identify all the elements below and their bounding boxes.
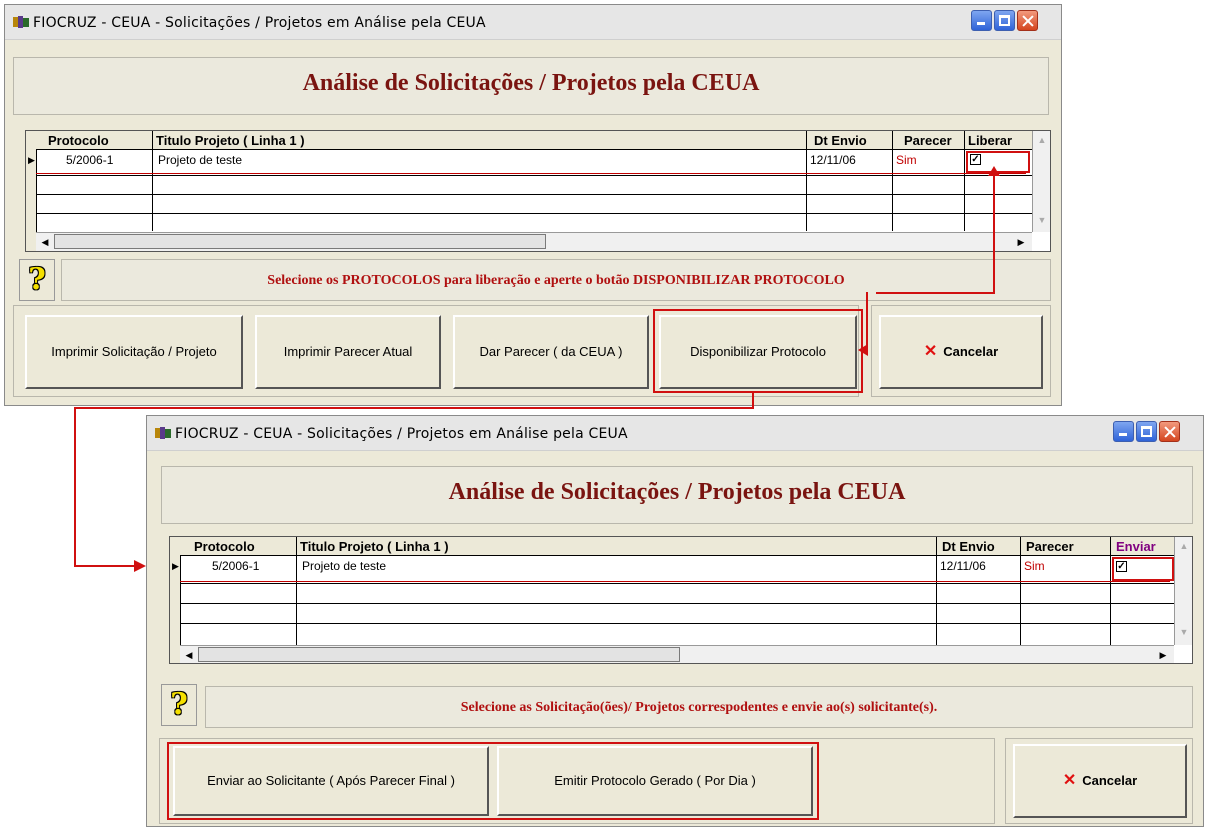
- selected-row-underline: [180, 581, 1170, 582]
- cancel-button-label: Cancelar: [1082, 773, 1138, 788]
- row-divider: [36, 213, 1032, 214]
- row-divider: [36, 194, 1032, 195]
- protocol-grid[interactable]: Protocolo Titulo Projeto ( Linha 1 ) Dt …: [25, 130, 1051, 252]
- cancel-x-icon: ✕: [923, 343, 938, 360]
- selected-row-underline: [36, 173, 1026, 174]
- minimize-icon[interactable]: [1113, 421, 1134, 442]
- close-icon[interactable]: [1017, 10, 1038, 31]
- column-header-liberar[interactable]: Liberar: [968, 131, 1013, 150]
- title-bar[interactable]: FIOCRUZ - CEUA - Solicitações / Projetos…: [147, 416, 1203, 451]
- imprimir-parecer-button[interactable]: Imprimir Parecer Atual: [255, 315, 441, 389]
- annotation-arrow-line: [74, 407, 754, 409]
- annotation-arrow-line: [74, 407, 76, 567]
- cancel-button-label: Cancelar: [943, 344, 999, 359]
- imprimir-solicitacao-button[interactable]: Imprimir Solicitação / Projeto: [25, 315, 243, 389]
- annotation-arrowhead-icon: [988, 166, 1000, 176]
- scrollbar-thumb[interactable]: [198, 647, 680, 662]
- enviar-highlight-box: [1112, 557, 1174, 581]
- window-analise-top: FIOCRUZ - CEUA - Solicitações / Projetos…: [4, 4, 1062, 406]
- scroll-right-icon[interactable]: ▶: [1014, 235, 1028, 249]
- cancel-button[interactable]: ✕ Cancelar: [879, 315, 1043, 389]
- horizontal-scrollbar[interactable]: ◀ ▶: [180, 645, 1174, 663]
- column-divider: [964, 131, 965, 231]
- column-divider: [1110, 537, 1111, 645]
- column-header-dt-envio[interactable]: Dt Envio: [942, 537, 995, 556]
- current-row-indicator-icon: ▶: [172, 561, 179, 571]
- cell-titulo: Projeto de teste: [302, 559, 387, 573]
- row-divider: [180, 583, 1174, 584]
- page-title: Análise de Solicitações / Projetos pela …: [448, 479, 906, 505]
- dar-parecer-button[interactable]: Dar Parecer ( da CEUA ): [453, 315, 649, 389]
- column-header-titulo[interactable]: Titulo Projeto ( Linha 1 ): [300, 537, 449, 556]
- page-title: Análise de Solicitações / Projetos pela …: [302, 70, 760, 96]
- row-divider: [36, 175, 1032, 176]
- cell-titulo: Projeto de teste: [158, 153, 243, 167]
- annotation-arrowhead-icon: [134, 560, 146, 572]
- scroll-up-icon[interactable]: ▲: [1035, 133, 1049, 147]
- annotation-arrow-line: [752, 392, 754, 408]
- column-divider: [296, 537, 297, 645]
- window-analise-bottom: FIOCRUZ - CEUA - Solicitações / Projetos…: [146, 415, 1204, 827]
- cell-dt-envio: 12/11/06: [810, 153, 856, 167]
- scroll-down-icon[interactable]: ▼: [1035, 213, 1049, 227]
- annotation-arrow-line: [876, 292, 995, 294]
- instruction-panel: Selecione os PROTOCOLOS para liberação e…: [61, 259, 1051, 301]
- annotation-arrow-line: [866, 292, 868, 350]
- cell-parecer: Sim: [1024, 559, 1045, 573]
- window-title: FIOCRUZ - CEUA - Solicitações / Projetos…: [175, 426, 628, 442]
- scroll-right-icon[interactable]: ▶: [1156, 648, 1170, 662]
- scroll-down-icon[interactable]: ▼: [1177, 625, 1191, 639]
- annotation-arrowhead-icon: [858, 344, 868, 356]
- title-bar[interactable]: FIOCRUZ - CEUA - Solicitações / Projetos…: [5, 5, 1061, 40]
- column-divider: [936, 537, 937, 645]
- instruction-text: Selecione os PROTOCOLOS para liberação e…: [267, 273, 845, 288]
- cancel-x-icon: ✕: [1062, 772, 1077, 789]
- app-icon: [155, 427, 171, 439]
- cell-protocolo: 5/2006-1: [66, 153, 114, 167]
- help-icon[interactable]: ?: [19, 259, 55, 301]
- horizontal-scrollbar[interactable]: ◀ ▶: [36, 232, 1032, 251]
- current-row-indicator-icon: ▶: [28, 155, 35, 165]
- instruction-panel: Selecione as Solicitação(ões)/ Projetos …: [205, 686, 1193, 728]
- maximize-icon[interactable]: [1136, 421, 1157, 442]
- emitir-protocolo-button[interactable]: Emitir Protocolo Gerado ( Por Dia ): [497, 746, 813, 816]
- column-header-parecer[interactable]: Parecer: [904, 131, 952, 150]
- scroll-up-icon[interactable]: ▲: [1177, 539, 1191, 553]
- disponibilizar-highlight-box: [653, 309, 863, 393]
- cell-parecer: Sim: [896, 153, 917, 167]
- cancel-button[interactable]: ✕ Cancelar: [1013, 744, 1187, 818]
- row-divider: [180, 623, 1174, 624]
- column-header-parecer[interactable]: Parecer: [1026, 537, 1074, 556]
- minimize-icon[interactable]: [971, 10, 992, 31]
- instruction-text: Selecione as Solicitação(ões)/ Projetos …: [460, 700, 938, 715]
- column-divider: [1020, 537, 1021, 645]
- scroll-left-icon[interactable]: ◀: [38, 235, 52, 249]
- help-icon[interactable]: ?: [161, 684, 197, 726]
- close-icon[interactable]: [1159, 421, 1180, 442]
- cell-protocolo: 5/2006-1: [212, 559, 260, 573]
- window-title: FIOCRUZ - CEUA - Solicitações / Projetos…: [33, 15, 486, 31]
- column-divider: [152, 131, 153, 231]
- column-header-protocolo[interactable]: Protocolo: [48, 131, 109, 150]
- vertical-scrollbar[interactable]: ▲ ▼: [1174, 537, 1192, 645]
- heading-panel: Análise de Solicitações / Projetos pela …: [13, 57, 1049, 115]
- scrollbar-thumb[interactable]: [54, 234, 546, 249]
- vertical-scrollbar[interactable]: ▲ ▼: [1032, 131, 1050, 232]
- column-header-protocolo[interactable]: Protocolo: [194, 537, 255, 556]
- annotation-arrow-line: [993, 174, 995, 294]
- maximize-icon[interactable]: [994, 10, 1015, 31]
- column-divider: [806, 131, 807, 231]
- column-divider: [892, 131, 893, 231]
- heading-panel: Análise de Solicitações / Projetos pela …: [161, 466, 1193, 524]
- cell-dt-envio: 12/11/06: [940, 559, 986, 573]
- protocol-grid[interactable]: Protocolo Titulo Projeto ( Linha 1 ) Dt …: [169, 536, 1193, 664]
- annotation-arrow-line: [74, 565, 136, 567]
- column-header-enviar[interactable]: Enviar: [1116, 537, 1156, 556]
- app-icon: [13, 16, 29, 28]
- column-header-dt-envio[interactable]: Dt Envio: [814, 131, 867, 150]
- enviar-solicitante-button[interactable]: Enviar ao Solicitante ( Após Parecer Fin…: [173, 746, 489, 816]
- scroll-left-icon[interactable]: ◀: [182, 648, 196, 662]
- column-header-titulo[interactable]: Titulo Projeto ( Linha 1 ): [156, 131, 305, 150]
- row-divider: [180, 603, 1174, 604]
